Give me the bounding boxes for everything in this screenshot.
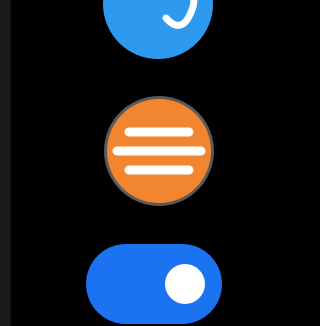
refresh-arc-icon bbox=[162, 0, 198, 29]
side-strip bbox=[0, 0, 10, 326]
toggle-knob[interactable] bbox=[165, 264, 205, 304]
menu-button[interactable] bbox=[104, 96, 214, 206]
side-strip-divider bbox=[10, 0, 12, 326]
toggle-switch[interactable] bbox=[86, 244, 222, 324]
refresh-button[interactable] bbox=[103, 0, 213, 59]
screen bbox=[0, 0, 300, 326]
hamburger-menu-icon bbox=[112, 127, 206, 175]
